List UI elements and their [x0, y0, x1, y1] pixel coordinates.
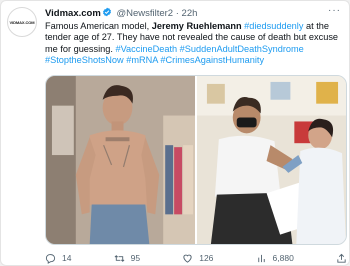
like-count: 126 — [199, 253, 214, 263]
tweet-text-part: Famous American model, — [45, 21, 152, 31]
verified-icon — [102, 7, 111, 17]
photo-vaccination[interactable] — [197, 76, 346, 244]
hashtag-stoptheshotsnow[interactable]: #StoptheShotsNow — [45, 55, 124, 65]
photo-vaccination-graphic — [197, 76, 346, 244]
hashtag-diedsuddenly[interactable]: #diedsuddenly — [242, 21, 303, 31]
retweet-count: 95 — [130, 253, 141, 263]
tweet-card[interactable]: VIDMAX.COM Vidmax.com @Newsfilter2 · 22h… — [0, 0, 350, 266]
reply-icon — [45, 253, 56, 264]
views-button[interactable]: 6,880 — [256, 253, 294, 264]
photo-model-graphic — [46, 76, 195, 244]
account-handle[interactable]: @Newsfilter2 — [116, 8, 173, 19]
tweet-header: Vidmax.com @Newsfilter2 · 22h — [45, 7, 341, 21]
like-icon — [183, 254, 192, 263]
tweet-time[interactable]: 22h — [182, 8, 198, 19]
hashtag-crimesagainsthumanity[interactable]: #CrimesAgainstHumanity — [158, 55, 264, 65]
hashtag-vaccinedeath[interactable]: #VaccineDeath — [115, 44, 177, 54]
share-icon — [337, 253, 346, 263]
share-button[interactable] — [336, 253, 347, 264]
hashtag-mrna[interactable]: #mRNA — [124, 55, 158, 65]
reply-count: 14 — [62, 253, 72, 263]
views-count: 6,880 — [272, 253, 294, 263]
retweet-icon — [114, 254, 125, 262]
views-icon — [257, 254, 265, 262]
action-bar: 14 95 126 6,880 — [45, 251, 347, 265]
tweet-bold-name: Jeremy Ruehlemann — [151, 21, 242, 31]
account-name[interactable]: Vidmax.com — [45, 8, 101, 19]
more-icon[interactable]: ··· — [328, 5, 341, 16]
tweet-text: Famous American model, Jeremy Ruehlemann… — [45, 21, 345, 67]
photo-model-shirtless[interactable] — [46, 76, 195, 244]
separator: · — [175, 8, 179, 19]
retweet-button[interactable]: 95 — [114, 253, 140, 264]
avatar-logo-text: VIDMAX.COM — [9, 19, 35, 25]
hashtag-suddenadultdeathsyndrome[interactable]: #SuddenAdultDeathSyndrome — [177, 44, 304, 54]
reply-button[interactable]: 14 — [45, 253, 71, 264]
tweet-media[interactable] — [45, 75, 347, 245]
like-button[interactable]: 126 — [182, 253, 213, 264]
avatar[interactable]: VIDMAX.COM — [7, 7, 37, 37]
